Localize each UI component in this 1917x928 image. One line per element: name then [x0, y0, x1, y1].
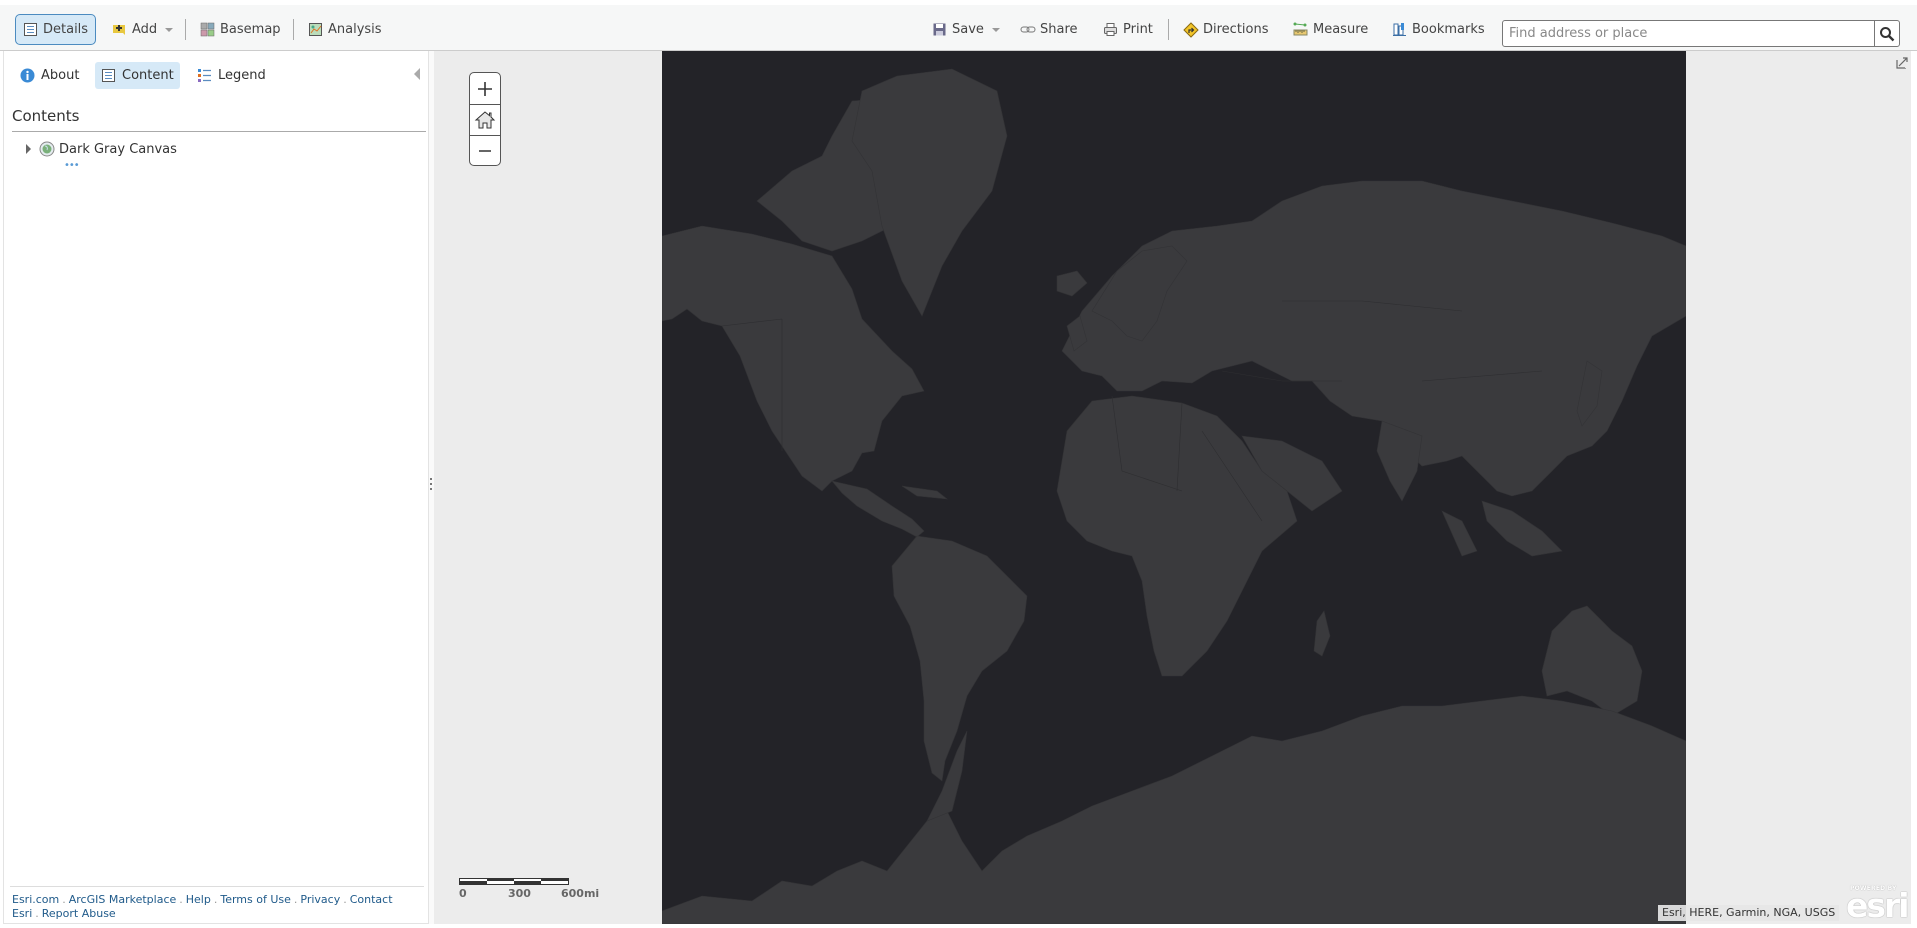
add-icon: [112, 22, 127, 37]
tab-about-label: About: [41, 68, 80, 83]
basemap-layer-icon: [39, 141, 55, 157]
toolbar-divider: [1168, 19, 1169, 40]
print-button[interactable]: Print: [1096, 14, 1160, 45]
layer-name: Dark Gray Canvas: [59, 141, 177, 157]
details-panel: About Content Legend Contents Dark Gray …: [3, 51, 429, 924]
zoom-controls: [469, 72, 501, 166]
save-icon: [932, 22, 947, 37]
save-button[interactable]: Save: [925, 14, 1007, 45]
basemap-icon: [200, 22, 215, 37]
divider: [12, 131, 426, 132]
scale-label-300: 300: [508, 887, 531, 900]
chevron-down-icon: [165, 27, 174, 32]
contents-heading: Contents: [12, 107, 80, 125]
search-box: [1502, 20, 1900, 47]
landmass-iceland: [1056, 270, 1088, 297]
zoom-in-button[interactable]: [470, 73, 500, 104]
content-icon: [102, 69, 115, 82]
landmass-madagascar: [1313, 610, 1331, 657]
top-toolbar: Details Add Basemap Analysis Save Share: [0, 5, 1917, 51]
directions-button[interactable]: Directions: [1176, 14, 1276, 45]
minus-icon: [479, 150, 491, 152]
search-button[interactable]: [1874, 21, 1899, 46]
measure-label: Measure: [1313, 22, 1369, 37]
landmass-australia: [1541, 605, 1643, 717]
search-icon: [1880, 26, 1895, 41]
landmass-africa: [1056, 395, 1298, 677]
footer-link-marketplace[interactable]: ArcGIS Marketplace: [69, 893, 177, 906]
share-icon: [1020, 22, 1036, 37]
footer-link-esri[interactable]: Esri.com: [12, 893, 59, 906]
landmass-north-america: [662, 225, 925, 492]
map-container: 0 300 600mi Esri, HERE, Garmin, NGA, USG…: [434, 51, 1911, 925]
scale-bar-graphic: [459, 878, 569, 885]
info-icon: [20, 68, 35, 83]
expand-map-button[interactable]: [1896, 54, 1909, 73]
zoom-out-button[interactable]: [470, 135, 500, 165]
divider: [10, 886, 424, 887]
expand-triangle-icon[interactable]: [26, 144, 31, 154]
scale-label-0: 0: [459, 887, 467, 900]
toolbar-divider: [293, 19, 294, 40]
details-button[interactable]: Details: [15, 14, 97, 45]
scale-bar: 0 300 600mi: [459, 878, 599, 900]
details-icon: [23, 22, 38, 37]
basemap-button[interactable]: Basemap: [193, 14, 288, 45]
landmass-cuba: [901, 485, 948, 500]
add-label: Add: [132, 22, 158, 37]
landmass-southeast-asia-islands: [1441, 500, 1563, 557]
tab-legend[interactable]: Legend: [191, 62, 272, 89]
details-label: Details: [43, 22, 89, 37]
bookmarks-label: Bookmarks: [1412, 22, 1485, 37]
home-icon: [474, 111, 496, 129]
landmass-antarctica: [662, 695, 1686, 924]
plus-icon: [478, 81, 492, 96]
tab-about[interactable]: About: [14, 62, 85, 89]
share-button[interactable]: Share: [1013, 14, 1085, 45]
analysis-icon: [308, 22, 323, 37]
measure-icon: [1293, 22, 1308, 37]
tab-content-label: Content: [122, 68, 174, 83]
powered-by-text: POWERED BY: [1850, 885, 1897, 892]
expand-icon: [1896, 57, 1908, 69]
home-button[interactable]: [470, 104, 500, 135]
legend-icon: [198, 69, 211, 82]
add-button[interactable]: Add: [105, 14, 180, 45]
layer-options-icon[interactable]: •••: [64, 160, 80, 171]
map-view[interactable]: [662, 51, 1686, 924]
tab-legend-label: Legend: [218, 68, 266, 83]
landmass-south-america: [891, 535, 1028, 782]
footer-links: Esri.com. ArcGIS Marketplace. Help. Terms o…: [12, 893, 393, 920]
footer-link-report-abuse[interactable]: Report Abuse: [42, 907, 116, 920]
print-label: Print: [1123, 22, 1153, 37]
bookmarks-icon: [1392, 22, 1407, 37]
scale-label-600: 600mi: [561, 887, 600, 900]
share-label: Share: [1040, 22, 1078, 37]
basemap-label: Basemap: [220, 22, 281, 37]
print-icon: [1103, 22, 1118, 37]
directions-icon: [1183, 22, 1199, 38]
footer-link-terms[interactable]: Terms of Use: [220, 893, 291, 906]
esri-logo[interactable]: esri POWERED BY: [1846, 885, 1910, 925]
chevron-down-icon: [991, 27, 1000, 32]
tab-content[interactable]: Content: [95, 62, 180, 89]
basemap-tiles: [662, 68, 1686, 924]
analysis-button[interactable]: Analysis: [301, 14, 389, 45]
grip-icon: [430, 478, 432, 492]
search-input[interactable]: [1503, 21, 1874, 46]
footer-link-privacy[interactable]: Privacy: [300, 893, 340, 906]
map-attribution: Esri, HERE, Garmin, NGA, USGS: [1658, 905, 1840, 921]
save-label: Save: [952, 22, 984, 37]
footer-link-help[interactable]: Help: [186, 893, 211, 906]
directions-label: Directions: [1203, 22, 1269, 37]
toolbar-divider: [185, 19, 186, 40]
analysis-label: Analysis: [328, 22, 382, 37]
collapse-panel-button[interactable]: [414, 68, 420, 80]
layer-item[interactable]: Dark Gray Canvas: [26, 141, 177, 157]
bookmarks-button[interactable]: Bookmarks: [1385, 14, 1492, 45]
measure-button[interactable]: Measure: [1286, 14, 1375, 45]
